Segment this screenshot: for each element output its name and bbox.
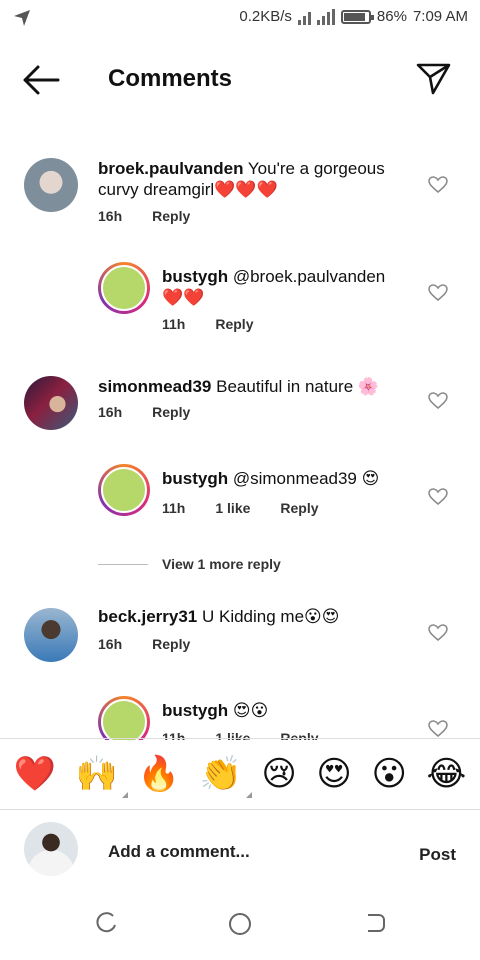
comment-text: broek.paulvanden You're a gorgeous curvy… (98, 158, 428, 200)
system-navigation-bar (0, 888, 480, 960)
view-more-label[interactable]: View 1 more reply (162, 556, 281, 572)
network-speed: 0.2KB/s (239, 8, 292, 25)
heart-outline-icon[interactable] (428, 488, 448, 506)
avatar-image (101, 265, 147, 311)
back-arrow-icon[interactable] (22, 64, 60, 96)
avatar-image (101, 467, 147, 513)
comment-username[interactable]: simonmead39 (98, 377, 211, 396)
status-right: 0.2KB/s 86% 7:09 AM (239, 8, 468, 25)
comment-text: bustygh 😍😮 (162, 700, 402, 721)
recents-icon[interactable] (96, 912, 118, 934)
emoji-crying[interactable]: 😢 (261, 754, 296, 794)
clock: 7:09 AM (412, 8, 468, 25)
battery-icon (340, 9, 374, 24)
home-icon[interactable] (228, 912, 252, 936)
comment-time: 16h (98, 636, 123, 652)
avatar[interactable] (98, 262, 150, 314)
reply-button[interactable]: Reply (215, 316, 253, 332)
comment-body: U Kidding me😮😍 (201, 607, 340, 626)
comment-time: 16h (98, 208, 123, 224)
comment-username[interactable]: bustygh (162, 267, 228, 286)
reply-button[interactable]: Reply (152, 404, 190, 420)
heart-outline-icon[interactable] (428, 176, 448, 194)
emoji-heart[interactable]: ❤️ (14, 754, 56, 794)
comment-meta: 16h Reply (98, 404, 190, 420)
comment-username[interactable]: bustygh (162, 701, 228, 720)
comment-username[interactable]: beck.jerry31 (98, 607, 197, 626)
comment-meta: 11h Reply (162, 316, 253, 332)
avatar[interactable] (24, 608, 78, 662)
emoji-laughing[interactable]: 😂 (426, 754, 466, 794)
reply-button[interactable]: Reply (280, 500, 318, 516)
heart-outline-icon[interactable] (428, 392, 448, 410)
comment-meta: 16h Reply (98, 636, 190, 652)
comment-time: 11h (162, 316, 186, 332)
comment-username[interactable]: broek.paulvanden (98, 159, 243, 178)
view-more-replies[interactable]: View 1 more reply (98, 556, 281, 572)
heart-outline-icon[interactable] (428, 720, 448, 738)
comment-text: beck.jerry31 U Kidding me😮😍 (98, 606, 428, 627)
comment-time: 16h (98, 404, 123, 420)
heart-outline-icon[interactable] (428, 624, 448, 642)
skin-tone-indicator (245, 792, 252, 798)
comment-text: bustygh @broek.paulvanden ❤️❤️ (162, 266, 402, 308)
comment-text: simonmead39 Beautiful in nature 🌸 (98, 376, 428, 397)
emoji-raised-hands-wrap: 🙌 (76, 754, 129, 798)
emoji-fire[interactable]: 🔥 (138, 754, 180, 794)
comment-input[interactable]: Add a comment... (108, 842, 250, 862)
navigation-arrow-icon (14, 10, 30, 26)
emoji-heart-eyes[interactable]: 😍 (316, 754, 351, 794)
comment-list[interactable]: broek.paulvanden You're a gorgeous curvy… (0, 140, 480, 740)
comment-meta: 16h Reply (98, 208, 190, 224)
like-count[interactable]: 1 like (215, 500, 250, 516)
signal-2-icon (316, 8, 335, 25)
comment-username[interactable]: bustygh (162, 469, 228, 488)
comment-text: bustygh @simonmead39 😍 (162, 468, 402, 489)
skin-tone-indicator (122, 792, 129, 798)
avatar[interactable] (24, 158, 78, 212)
avatar[interactable] (98, 464, 150, 516)
emoji-raised-hands[interactable]: 🙌 (76, 755, 118, 793)
emoji-clap[interactable]: 👏 (200, 755, 242, 793)
app-header: Comments (0, 50, 480, 110)
avatar[interactable] (24, 376, 78, 430)
reply-button[interactable]: Reply (152, 208, 190, 224)
post-button[interactable]: Post (419, 845, 456, 865)
avatar[interactable] (98, 696, 150, 740)
comment-meta: 11h 1 like Reply (162, 500, 319, 516)
battery-percent: 86% (376, 8, 407, 25)
comment-body: Beautiful in nature 🌸 (216, 377, 380, 396)
avatar (24, 822, 78, 876)
comment-composer: Add a comment... Post (0, 812, 480, 888)
signal-1-icon (297, 9, 311, 25)
emoji-quick-bar: ❤️ 🙌 🔥 👏 😢 😍 😮 😂 (0, 738, 480, 810)
emoji-surprised[interactable]: 😮 (371, 754, 406, 794)
battery-fill (343, 12, 365, 21)
page-title: Comments (108, 65, 233, 92)
divider-line (98, 563, 148, 565)
emoji-clap-wrap: 👏 (200, 754, 252, 798)
back-icon[interactable] (364, 912, 386, 934)
reply-button[interactable]: Reply (152, 636, 190, 652)
status-bar: 0.2KB/s 86% 7:09 AM (0, 0, 480, 36)
comment-time: 11h (162, 500, 186, 516)
avatar-image (101, 699, 147, 740)
comment-body: @simonmead39 😍 (232, 469, 380, 488)
direct-send-icon[interactable] (416, 62, 452, 96)
comment-body: 😍😮 (232, 701, 269, 720)
heart-outline-icon[interactable] (428, 284, 448, 302)
